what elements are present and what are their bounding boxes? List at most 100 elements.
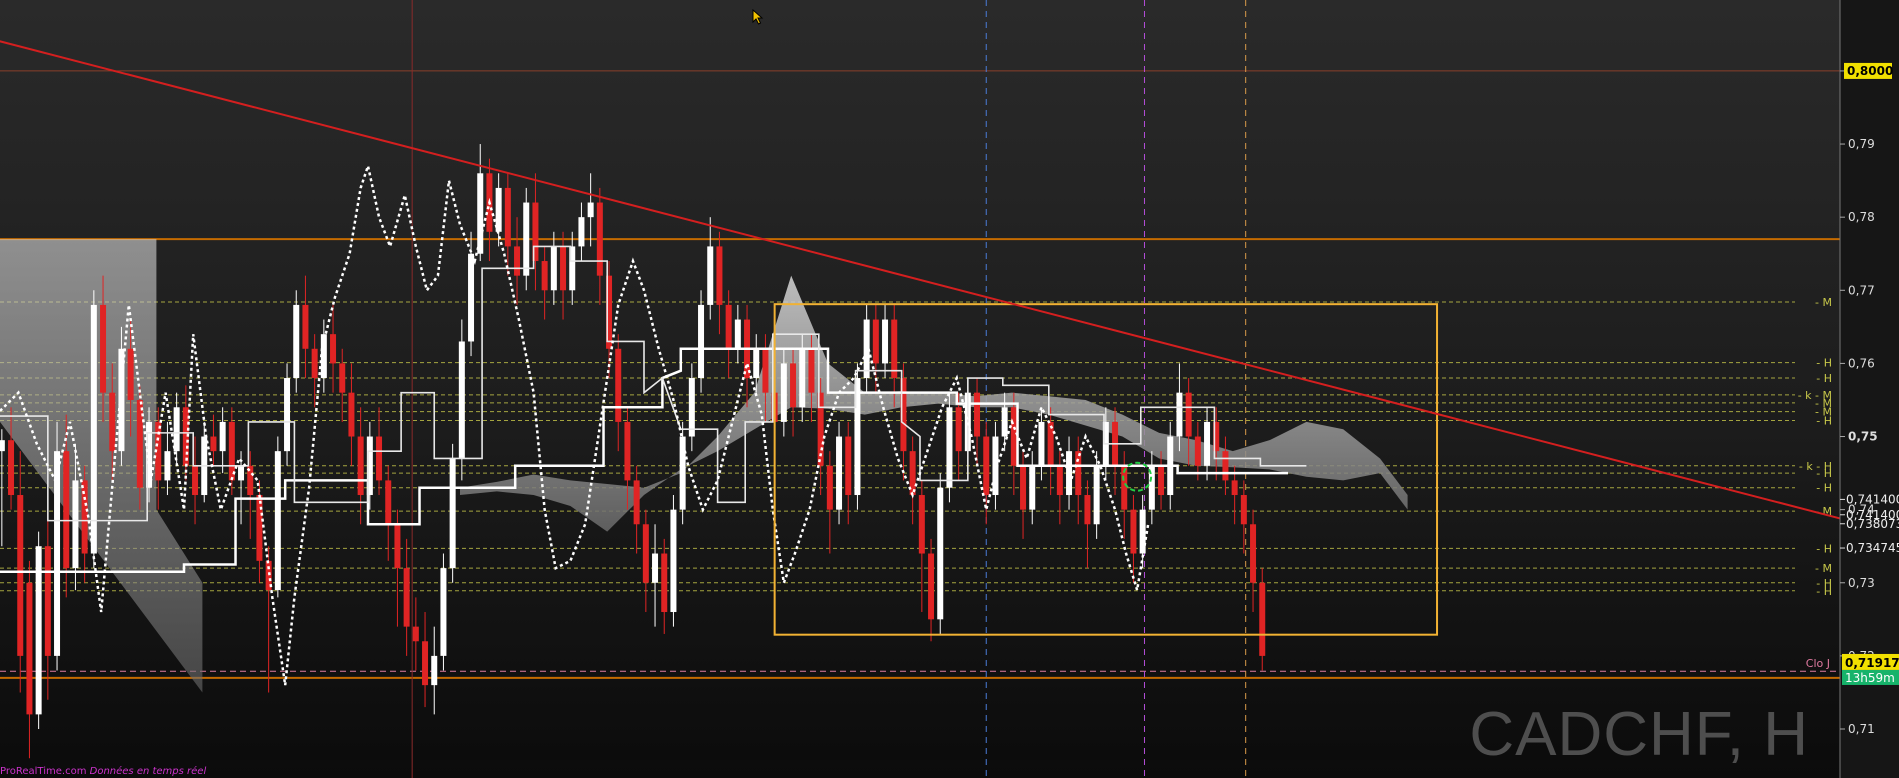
candle-body — [17, 495, 24, 656]
cloud-area — [460, 275, 1408, 532]
candle-body — [1231, 480, 1238, 496]
candle-body — [376, 436, 383, 481]
candle-body — [311, 348, 318, 379]
candle-body — [431, 655, 438, 686]
candle-body — [624, 421, 631, 481]
candle-body — [633, 480, 640, 525]
price-axis[interactable]: 0,80000,790,780,770,760,750,740,730,720,… — [1839, 0, 1899, 778]
instrument-watermark: CADCHF, H — [1469, 700, 1809, 769]
candle-body — [1084, 495, 1091, 525]
candle-body — [348, 392, 355, 437]
candle-body — [955, 407, 962, 452]
candle-body — [1056, 465, 1063, 496]
candle-body — [642, 524, 649, 583]
candle-body — [1250, 524, 1257, 583]
candle-body — [1204, 421, 1211, 466]
candle-body — [1001, 407, 1008, 437]
candle-body — [118, 348, 125, 452]
footer-brand[interactable]: ProRealTime.com — [0, 766, 86, 777]
candle-body — [1222, 451, 1229, 481]
candle-body — [707, 246, 714, 305]
candle-body — [698, 304, 705, 379]
candle-body — [8, 440, 15, 496]
candle-body — [974, 392, 981, 437]
candle-body — [164, 451, 171, 481]
level-tag: - H — [1816, 467, 1832, 480]
candle-body — [661, 553, 668, 613]
candle-body — [541, 261, 548, 291]
level-tag: - H — [1816, 357, 1832, 370]
mouse-cursor-icon — [752, 9, 764, 25]
candle-body — [808, 348, 815, 393]
candle-body — [100, 304, 107, 393]
candle-body — [578, 217, 585, 247]
candle-body — [63, 451, 70, 569]
candle-body — [753, 348, 760, 379]
candle-body — [504, 187, 511, 247]
axis-tick-label: 0,77 — [1848, 283, 1875, 297]
candle-body — [946, 407, 953, 488]
candle-body — [109, 392, 116, 452]
level-tag: - H — [1816, 585, 1832, 598]
candle-body — [210, 436, 217, 452]
candle-body — [872, 319, 879, 364]
candle-body — [928, 553, 935, 620]
candle-body — [274, 451, 281, 591]
candle-body — [1020, 465, 1027, 510]
candle-body — [357, 436, 364, 496]
candle-body — [256, 495, 263, 561]
candle-body — [26, 582, 33, 715]
candle-body — [1093, 465, 1100, 525]
level-tag: - H — [1816, 542, 1832, 555]
candle-body — [1047, 421, 1054, 466]
candle-body — [173, 407, 180, 452]
candle-body — [1139, 509, 1146, 554]
axis-tick-label: 0,79 — [1848, 137, 1875, 151]
candle-body — [403, 568, 410, 627]
candle-body — [716, 246, 723, 305]
candle-body — [652, 553, 659, 583]
candle-body — [339, 363, 346, 393]
candle-body — [1075, 451, 1082, 496]
candle-body — [412, 626, 419, 642]
candle-body — [458, 341, 465, 459]
candle-body — [615, 348, 622, 422]
candle-body — [882, 319, 889, 364]
candle-body — [90, 304, 97, 554]
level-tag: - M — [1815, 562, 1832, 575]
candle-body — [330, 334, 337, 364]
candle-body — [1038, 421, 1045, 466]
candle-body — [937, 487, 944, 620]
level-tag: - H — [1816, 372, 1832, 385]
axis-tick-label: 0,8000 — [1847, 64, 1893, 78]
level-tag: - H — [1816, 414, 1832, 427]
candle-body — [302, 304, 309, 349]
candle-body — [780, 363, 787, 422]
candle-body — [127, 348, 134, 400]
candle-body — [1130, 509, 1137, 554]
axis-tick-label: 0,73 — [1848, 576, 1875, 590]
axis-tick-label: 0,71 — [1848, 722, 1875, 736]
footer-credit: ProRealTime.com Données en temps réel — [0, 766, 206, 778]
candle-body — [550, 246, 557, 291]
candle-body — [514, 246, 521, 276]
candle-body — [284, 378, 291, 452]
candle-body — [587, 202, 594, 218]
candle-body — [826, 465, 833, 510]
level-tag: - M — [1815, 296, 1832, 309]
candle-body — [238, 465, 245, 481]
candle-body — [845, 436, 852, 496]
candle-body — [836, 436, 843, 510]
candle-body — [523, 202, 530, 276]
candle-body — [1158, 465, 1165, 496]
chart-area[interactable]: - M- H- H- k - M- M- M- H- k - H- H- H- … — [0, 0, 1899, 778]
price-label: 0,734745 — [1846, 541, 1899, 555]
candle-body — [192, 465, 199, 496]
candle-body — [440, 568, 447, 656]
candle-body — [1176, 392, 1183, 437]
last-price-label: 0,71917 — [1845, 656, 1899, 670]
candle-body — [790, 363, 797, 408]
candle-body — [72, 480, 79, 569]
price-chart[interactable]: - M- H- H- k - M- M- M- H- k - H- H- H- … — [0, 0, 1899, 778]
close-line-label: Clo J — [1806, 657, 1830, 670]
